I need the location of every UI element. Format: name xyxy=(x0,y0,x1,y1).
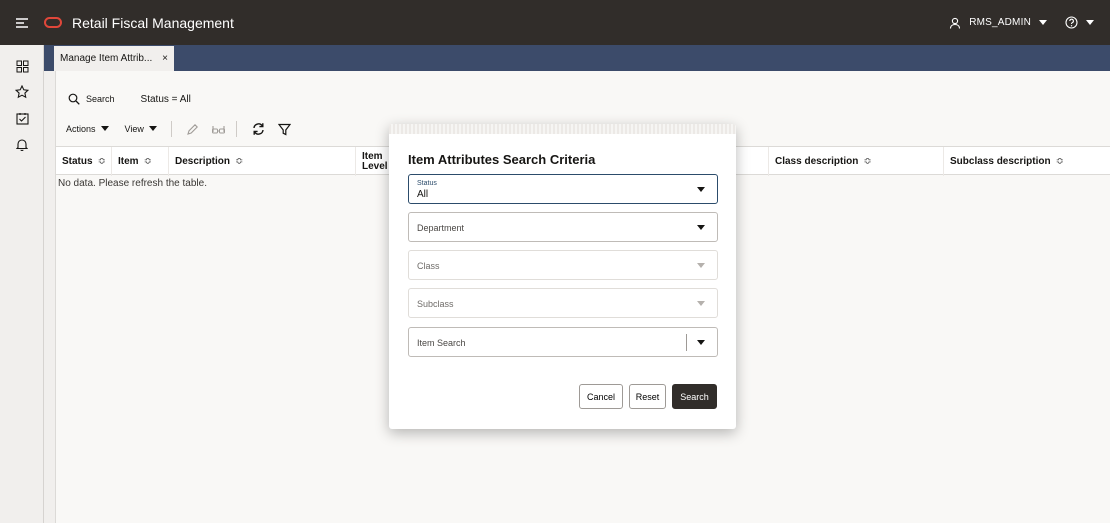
item-search-combobox[interactable]: Item Search xyxy=(408,327,718,357)
item-search-field-label: Item Search xyxy=(417,338,466,348)
chevron-down-icon[interactable] xyxy=(697,225,705,230)
chevron-down-icon xyxy=(697,301,705,306)
class-select: Class xyxy=(408,250,718,280)
department-select[interactable]: Department xyxy=(408,212,718,242)
chevron-down-icon[interactable] xyxy=(697,340,705,345)
dialog-drag-handle[interactable] xyxy=(389,124,736,134)
modal-overlay: Item Attributes Search Criteria Status A… xyxy=(0,0,1110,523)
reset-button[interactable]: Reset xyxy=(629,384,666,409)
dialog-title: Item Attributes Search Criteria xyxy=(408,152,596,167)
subclass-field-label: Subclass xyxy=(417,299,454,309)
cancel-button[interactable]: Cancel xyxy=(579,384,623,409)
status-select[interactable]: Status All xyxy=(408,174,718,204)
subclass-select: Subclass xyxy=(408,288,718,318)
department-field-label: Department xyxy=(417,223,465,233)
chevron-down-icon[interactable] xyxy=(697,187,705,192)
status-field-label: Status xyxy=(417,180,437,187)
class-field-label: Class xyxy=(417,261,440,271)
combobox-divider xyxy=(686,334,687,351)
search-button[interactable]: Search xyxy=(672,384,717,409)
chevron-down-icon xyxy=(697,263,705,268)
search-criteria-dialog: Item Attributes Search Criteria Status A… xyxy=(389,124,736,429)
status-field-value: All xyxy=(417,189,429,200)
